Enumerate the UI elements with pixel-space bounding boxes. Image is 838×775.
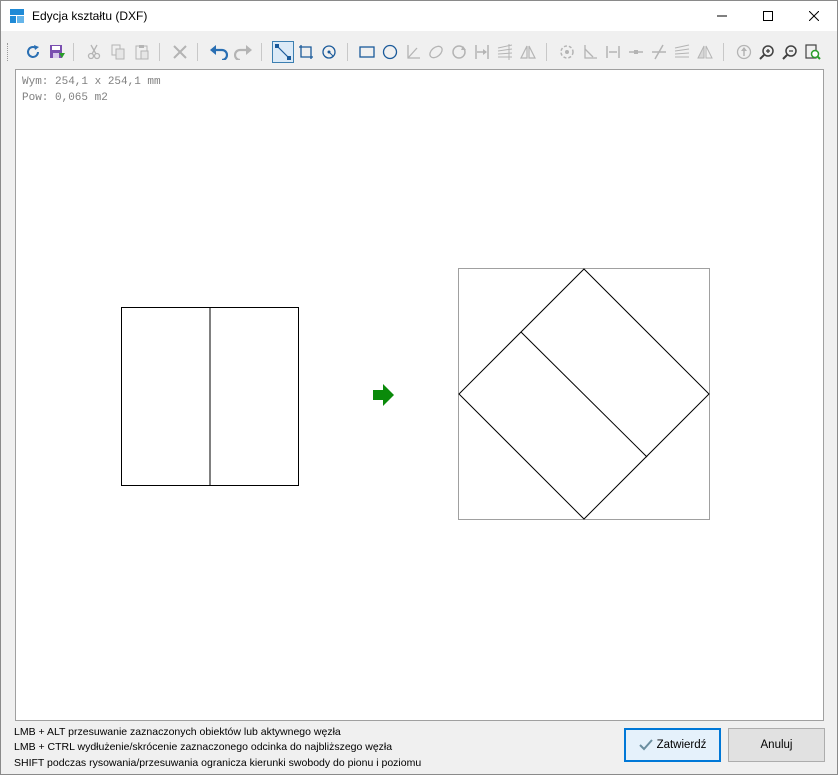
line-tool-icon[interactable] xyxy=(272,41,294,63)
rectangle-tool-icon[interactable] xyxy=(356,41,378,63)
help-text-shift: SHIFT podczas rysowania/przesuwania ogra… xyxy=(14,757,422,769)
result-divider-line xyxy=(520,331,648,458)
undo-icon[interactable] xyxy=(208,41,230,63)
flip-icon[interactable] xyxy=(694,41,716,63)
hatch-tool-icon[interactable] xyxy=(494,41,516,63)
rotate-tool-icon[interactable] xyxy=(448,41,470,63)
help-text-alt: LMB + ALT przesuwanie zaznaczonych obiek… xyxy=(14,726,341,738)
zoom-fit-icon[interactable] xyxy=(802,41,824,63)
offset-tool-icon[interactable] xyxy=(471,41,493,63)
dxf-shape-editor-window: Edycja kształtu (DXF) Wym: 254,1 x 254,1… xyxy=(0,0,838,775)
ellipse-tool-icon[interactable] xyxy=(425,41,447,63)
transform-arrow-icon xyxy=(373,384,394,406)
close-button[interactable] xyxy=(791,1,837,31)
maximize-button[interactable] xyxy=(745,1,791,31)
copy-icon[interactable] xyxy=(107,41,129,63)
split-icon[interactable] xyxy=(625,41,647,63)
angle-tool-icon[interactable] xyxy=(402,41,424,63)
cancel-button-label: Anuluj xyxy=(760,739,793,751)
checkmark-icon xyxy=(638,739,653,751)
refresh-icon[interactable] xyxy=(22,41,44,63)
redo-icon[interactable] xyxy=(232,41,254,63)
toolbar xyxy=(1,39,837,67)
toolbar-grip[interactable] xyxy=(7,43,10,61)
source-shape[interactable] xyxy=(121,307,299,486)
delete-icon[interactable] xyxy=(169,41,191,63)
minimize-button[interactable] xyxy=(699,1,745,31)
mirror-tool-icon[interactable] xyxy=(517,41,539,63)
polyline-tool-icon[interactable] xyxy=(295,41,317,63)
chamfer-icon[interactable] xyxy=(671,41,693,63)
zoom-in-icon[interactable] xyxy=(756,41,778,63)
title-bar[interactable]: Edycja kształtu (DXF) xyxy=(1,1,837,31)
zoom-out-icon[interactable] xyxy=(779,41,801,63)
help-text-ctrl: LMB + CTRL wydłużenie/skrócenie zaznaczo… xyxy=(14,741,393,753)
save-icon[interactable] xyxy=(46,41,68,63)
extend-icon[interactable] xyxy=(602,41,624,63)
circle-tool-icon[interactable] xyxy=(379,41,401,63)
confirm-button[interactable]: Zatwierdź xyxy=(624,728,721,762)
arc-tool-icon[interactable] xyxy=(318,41,340,63)
result-shape[interactable] xyxy=(458,268,710,520)
window-title: Edycja kształtu (DXF) xyxy=(32,9,148,23)
cut-icon[interactable] xyxy=(83,41,105,63)
shape-drawing xyxy=(121,268,710,520)
paste-icon[interactable] xyxy=(131,41,153,63)
trim-icon[interactable] xyxy=(648,41,670,63)
move-up-icon[interactable] xyxy=(733,41,755,63)
cancel-button[interactable]: Anuluj xyxy=(728,728,825,762)
drawing-canvas[interactable]: Wym: 254,1 x 254,1 mm Pow: 0,065 m2 xyxy=(15,69,824,721)
app-icon xyxy=(10,9,24,23)
corner-icon[interactable] xyxy=(579,41,601,63)
confirm-button-label: Zatwierdź xyxy=(656,739,707,751)
rotate-selection-icon[interactable] xyxy=(556,41,578,63)
